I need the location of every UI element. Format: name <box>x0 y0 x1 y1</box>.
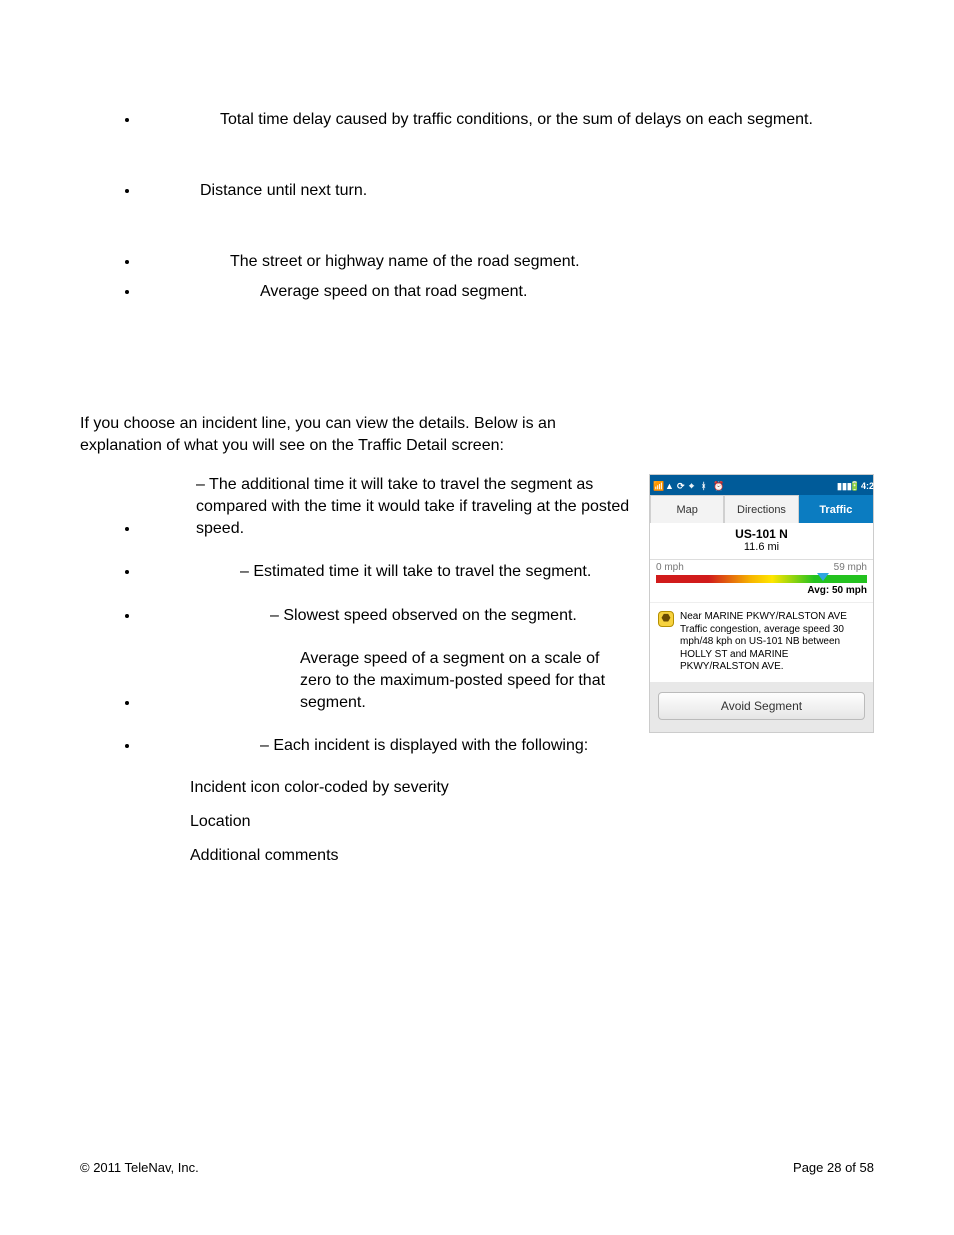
list-item-text: Average speed of a segment on a scale of… <box>140 648 631 713</box>
list-item: Distance until next turn. <box>140 181 874 202</box>
list-item-text: The street or highway name of the road s… <box>140 252 580 273</box>
alarm-icon: ⏰ <box>713 481 722 490</box>
list-item-text: Distance until next turn. <box>140 181 367 202</box>
signal-icon: 📶 <box>653 481 662 490</box>
list-item-text: – Each incident is displayed with the fo… <box>140 735 588 757</box>
highway-name: US-101 N <box>650 527 873 541</box>
tab-bar: Map Directions Traffic <box>650 495 873 523</box>
intro-paragraph: If you choose an incident line, you can … <box>80 413 630 456</box>
list-item: Average speed on that road segment. <box>140 282 874 303</box>
list-item-text: – Slowest speed observed on the segment. <box>140 605 577 627</box>
sub-item: Location <box>190 813 631 831</box>
copyright-text: © 2011 TeleNav, Inc. <box>80 1160 199 1175</box>
list-item-text: Total time delay caused by traffic condi… <box>140 110 813 131</box>
bars-icon: ▮▮▮ <box>837 481 846 490</box>
document-page: Total time delay caused by traffic condi… <box>0 0 954 1235</box>
highway-distance: 11.6 mi <box>650 541 873 553</box>
status-icons: 📶 ▲ ⟳ ⌖ ᚼ ⏰ <box>653 481 722 490</box>
button-label: Avoid Segment <box>721 699 802 713</box>
list-item-text: – The additional time it will take to tr… <box>140 474 631 539</box>
tab-label: Directions <box>737 504 786 516</box>
speed-max: 59 mph <box>834 562 867 573</box>
incident-sub-list: Incident icon color-coded by severity Lo… <box>190 779 631 865</box>
list-item: Total time delay caused by traffic condi… <box>140 110 874 131</box>
battery-icon: 🔋 <box>849 481 858 490</box>
status-time: 4:25 PM <box>861 481 870 490</box>
list-item-text: Average speed on that road segment. <box>140 282 527 303</box>
list-item: – Estimated time it will take to travel … <box>140 561 631 583</box>
incident-body: Traffic congestion, average speed 30 mph… <box>680 624 865 674</box>
list-item: – Slowest speed observed on the segment. <box>140 605 631 627</box>
avoid-segment-button[interactable]: Avoid Segment <box>658 692 865 720</box>
list-item: Average speed of a segment on a scale of… <box>140 648 631 713</box>
page-number: Page 28 of 58 <box>793 1160 874 1175</box>
list-item: The street or highway name of the road s… <box>140 252 874 273</box>
details-column: – The additional time it will take to tr… <box>80 474 631 880</box>
detail-bullet-list: – The additional time it will take to tr… <box>140 474 631 756</box>
tab-directions[interactable]: Directions <box>724 495 798 523</box>
speed-panel: 0 mph 59 mph Avg: 50 mph <box>650 560 873 603</box>
tab-label: Map <box>676 504 697 516</box>
gps-icon: ⌖ <box>689 481 698 490</box>
content-row: – The additional time it will take to tr… <box>80 474 874 880</box>
list-item: – The additional time it will take to tr… <box>140 474 631 539</box>
speed-marker-icon <box>817 573 829 581</box>
tab-traffic[interactable]: Traffic <box>799 495 873 523</box>
sync-icon: ⟳ <box>677 481 686 490</box>
tab-map[interactable]: Map <box>650 495 724 523</box>
speed-min: 0 mph <box>656 562 684 573</box>
list-item: – Each incident is displayed with the fo… <box>140 735 631 757</box>
list-item-text: – Estimated time it will take to travel … <box>140 561 591 583</box>
highway-header: US-101 N 11.6 mi <box>650 523 873 560</box>
status-bar: 📶 ▲ ⟳ ⌖ ᚼ ⏰ ▮▮▮ 🔋 4:25 PM <box>650 475 873 495</box>
avg-speed-label: Avg: 50 mph <box>656 585 867 596</box>
bluetooth-icon: ᚼ <box>701 481 710 490</box>
summary-bullet-list: Total time delay caused by traffic condi… <box>140 110 874 303</box>
status-icons-right: ▮▮▮ 🔋 4:25 PM <box>837 481 870 490</box>
phone-screenshot: 📶 ▲ ⟳ ⌖ ᚼ ⏰ ▮▮▮ 🔋 4:25 PM Map Directions… <box>649 474 874 733</box>
incident-text: Near MARINE PKWY/RALSTON AVE Traffic con… <box>680 611 865 674</box>
incident-title: Near MARINE PKWY/RALSTON AVE <box>680 611 865 624</box>
speed-range-labels: 0 mph 59 mph <box>656 562 867 573</box>
incident-panel[interactable]: ⬣ Near MARINE PKWY/RALSTON AVE Traffic c… <box>650 603 873 682</box>
sub-item: Additional comments <box>190 847 631 865</box>
page-footer: © 2011 TeleNav, Inc. Page 28 of 58 <box>80 1160 874 1175</box>
sub-item: Incident icon color-coded by severity <box>190 779 631 797</box>
bottom-button-bar: Avoid Segment <box>650 682 873 732</box>
tab-label: Traffic <box>819 504 852 516</box>
incident-icon: ⬣ <box>658 611 674 627</box>
notification-icon: ▲ <box>665 481 674 490</box>
speed-gradient-bar <box>656 575 867 583</box>
